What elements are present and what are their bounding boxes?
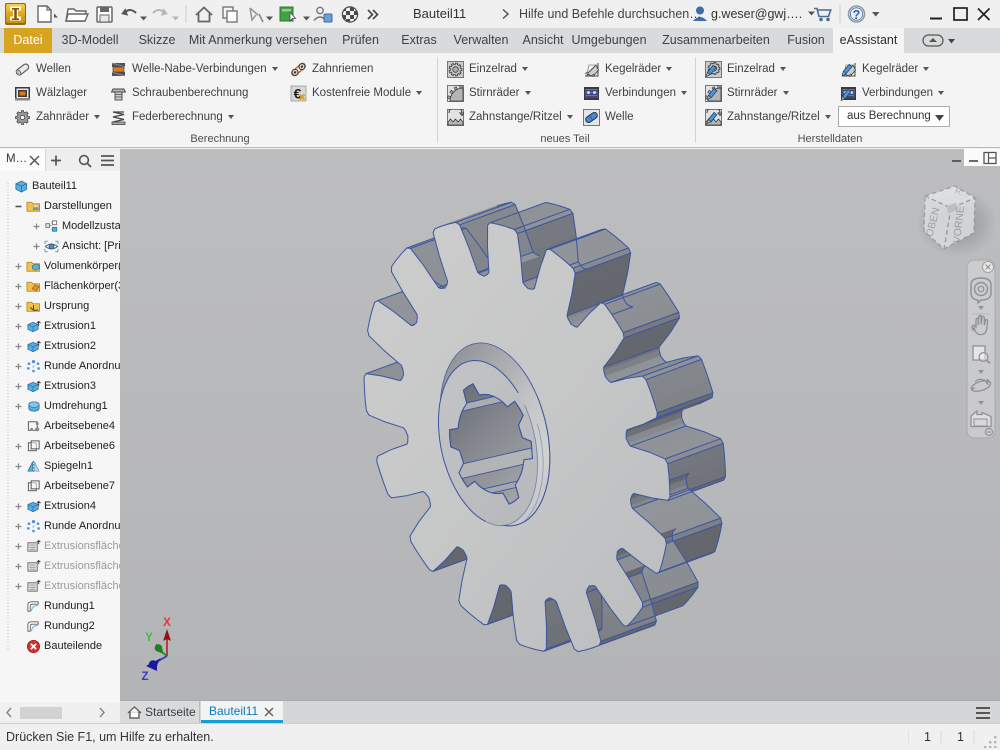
svg-text:?: ? [853,8,861,22]
svg-text:X: X [163,617,171,629]
svg-text:Z: Z [141,671,148,683]
svg-text:Y: Y [145,632,153,644]
